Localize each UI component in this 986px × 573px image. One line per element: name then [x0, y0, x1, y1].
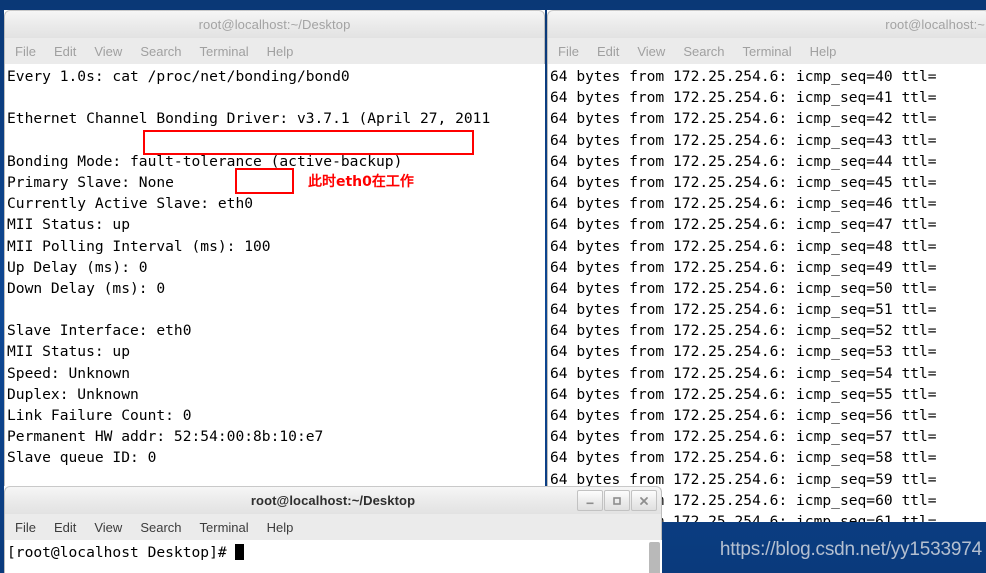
terminal-line: 64 bytes from 172.25.254.6: icmp_seq=43 … — [550, 131, 937, 149]
terminal-line: 64 bytes from 172.25.254.6: icmp_seq=50 … — [550, 279, 937, 297]
terminal-line: Bonding Mode: fault-tolerance (active-ba… — [7, 152, 403, 170]
minimize-icon[interactable] — [577, 490, 603, 511]
terminal-window-ping[interactable]: root@localhost:~ File Edit View Search T… — [547, 10, 986, 522]
terminal-line: Down Delay (ms): 0 — [7, 279, 166, 297]
terminal-line: Link Failure Count: 0 — [7, 407, 192, 424]
terminal-line: Ethernet Channel Bonding Driver: v3.7.1 … — [7, 110, 491, 128]
menu-item-help[interactable]: Help — [267, 44, 294, 59]
shell-prompt: [root@localhost Desktop]# — [7, 544, 236, 561]
terminal-line: 64 bytes from 172.25.254.6: icmp_seq=51 … — [550, 301, 937, 319]
terminal-line: 64 bytes from 172.25.254.6: icmp_seq=52 … — [550, 322, 937, 340]
terminal-line: 64 bytes from 172.25.254.6: icmp_seq=44 … — [550, 152, 937, 170]
menu-item-view[interactable]: View — [94, 44, 122, 59]
maximize-icon[interactable] — [604, 490, 630, 511]
terminal-line: 64 bytes from 172.25.254.6: icmp_seq=53 … — [550, 343, 937, 361]
terminal-line: 64 bytes from 172.25.254.6: icmp_seq=57 … — [550, 428, 937, 446]
terminal-line: Currently Active Slave: eth0 — [7, 195, 254, 213]
right-window-titlebar[interactable]: root@localhost:~ — [547, 10, 986, 38]
left-terminal-output[interactable]: Every 1.0s: cat /proc/net/bonding/bond0 E… — [4, 64, 545, 505]
terminal-line: 64 bytes from 172.25.254.6: icmp_seq=46 … — [550, 195, 937, 213]
menu-item-file[interactable]: File — [15, 44, 36, 59]
menu-item-search[interactable]: Search — [140, 44, 181, 59]
shell-prompt-line: [root@localhost Desktop]# — [7, 542, 662, 563]
terminal-line: Primary Slave: None — [7, 173, 174, 191]
terminal-line: 64 bytes from 172.25.254.6: icmp_seq=41 … — [550, 89, 937, 107]
menu-item-edit[interactable]: Edit — [54, 44, 76, 59]
terminal-line: Speed: Unknown — [7, 364, 131, 382]
menu-item-view[interactable]: View — [94, 520, 122, 535]
close-icon[interactable] — [631, 490, 657, 511]
window-controls[interactable] — [577, 490, 657, 511]
terminal-line: 64 bytes from 172.25.254.6: icmp_seq=54 … — [550, 364, 937, 382]
left-window-titlebar[interactable]: root@localhost:~/Desktop — [4, 10, 545, 38]
menu-item-terminal[interactable]: Terminal — [200, 520, 249, 535]
watermark-url: https://blog.csdn.net/yy1533974 — [719, 539, 982, 560]
terminal-line: 64 bytes from 172.25.254.6: icmp_seq=40 … — [550, 68, 937, 85]
bottom-window-titlebar[interactable]: root@localhost:~/Desktop — [4, 486, 662, 514]
menu-item-edit[interactable]: Edit — [597, 44, 619, 59]
menu-item-view[interactable]: View — [637, 44, 665, 59]
menu-item-help[interactable]: Help — [810, 44, 837, 59]
menu-item-search[interactable]: Search — [683, 44, 724, 59]
terminal-line: Slave Interface: eth0 — [7, 322, 192, 340]
annotation-note-active-slave: 此时eth0在工作 — [308, 174, 414, 190]
terminal-line: 64 bytes from 172.25.254.6: icmp_seq=56 … — [550, 407, 937, 424]
text-cursor — [235, 544, 245, 560]
terminal-line: 64 bytes from 172.25.254.6: icmp_seq=49 … — [550, 258, 937, 276]
menu-item-search[interactable]: Search — [140, 520, 181, 535]
right-terminal-output[interactable]: 64 bytes from 172.25.254.6: icmp_seq=40 … — [547, 64, 986, 522]
terminal-line: 64 bytes from 172.25.254.6: icmp_seq=58 … — [550, 449, 937, 467]
terminal-line: 64 bytes from 172.25.254.6: icmp_seq=45 … — [550, 173, 937, 191]
bottom-terminal-output[interactable]: [root@localhost Desktop]# — [4, 540, 662, 573]
right-window-title: root@localhost:~ — [885, 17, 985, 32]
terminal-line: 64 bytes from 172.25.254.6: icmp_seq=47 … — [550, 216, 937, 234]
terminal-line: MII Status: up — [7, 216, 131, 234]
terminal-line: 64 bytes from 172.25.254.6: icmp_seq=48 … — [550, 237, 937, 255]
terminal-window-bond0-watch[interactable]: root@localhost:~/Desktop File Edit View … — [4, 10, 545, 505]
bottom-window-menubar[interactable]: File Edit View Search Terminal Help — [4, 514, 662, 540]
terminal-line: Permanent HW addr: 52:54:00:8b:10:e7 — [7, 428, 324, 446]
terminal-line: 64 bytes from 172.25.254.6: icmp_seq=55 … — [550, 385, 937, 403]
terminal-line: Slave queue ID: 0 — [7, 449, 157, 467]
menu-item-terminal[interactable]: Terminal — [743, 44, 792, 59]
menu-item-edit[interactable]: Edit — [54, 520, 76, 535]
terminal-window-prompt[interactable]: root@localhost:~/Desktop File Edit View … — [4, 486, 662, 573]
right-window-menubar[interactable]: File Edit View Search Terminal Help — [547, 38, 986, 64]
terminal-line: MII Polling Interval (ms): 100 — [7, 237, 271, 255]
terminal-line: 64 bytes from 172.25.254.6: icmp_seq=42 … — [550, 110, 937, 128]
menu-item-file[interactable]: File — [15, 520, 36, 535]
bottom-window-title: root@localhost:~/Desktop — [250, 493, 416, 508]
left-window-menubar[interactable]: File Edit View Search Terminal Help — [4, 38, 545, 64]
menu-item-file[interactable]: File — [558, 44, 579, 59]
vertical-scrollbar[interactable] — [649, 542, 660, 573]
desktop: root@localhost:~/Desktop File Edit View … — [0, 0, 986, 573]
menu-item-terminal[interactable]: Terminal — [200, 44, 249, 59]
terminal-line: Up Delay (ms): 0 — [7, 258, 148, 276]
terminal-line: MII Status: up — [7, 343, 131, 361]
menu-item-help[interactable]: Help — [267, 520, 294, 535]
terminal-line: Every 1.0s: cat /proc/net/bonding/bond0 — [7, 68, 350, 85]
terminal-line: Duplex: Unknown — [7, 385, 139, 403]
left-window-title: root@localhost:~/Desktop — [198, 17, 351, 32]
